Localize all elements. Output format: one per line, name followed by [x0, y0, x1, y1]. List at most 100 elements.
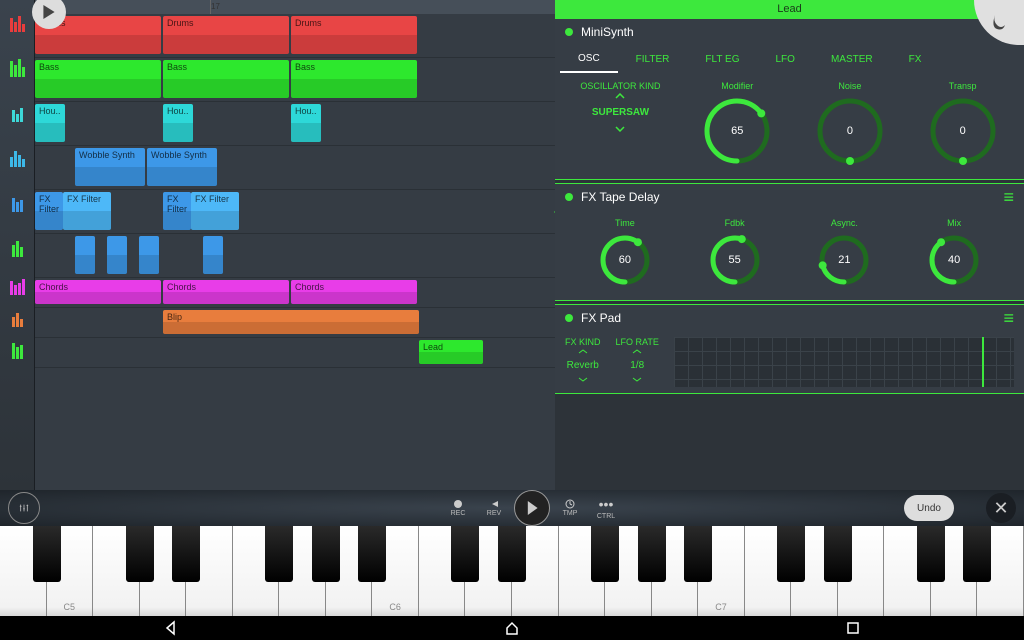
black-key[interactable] [591, 526, 619, 582]
clip[interactable]: Chords [291, 280, 417, 304]
timeline-ruler[interactable]: 17 [35, 0, 555, 14]
tmp-button[interactable]: TMP [554, 492, 586, 524]
track-row[interactable]: ChordsChordsChords [35, 278, 555, 308]
black-key[interactable] [498, 526, 526, 582]
tab-lfo[interactable]: LFO [757, 47, 812, 72]
chevron-down-icon [632, 377, 642, 382]
track-row[interactable]: FX FilterFX FilterFX FilterFX Filter [35, 190, 555, 234]
tab-flt eg[interactable]: FLT EG [687, 47, 757, 72]
close-button[interactable]: ✕ [986, 493, 1016, 523]
panel-active-dot-icon[interactable] [565, 193, 573, 201]
ctrl-button[interactable]: •••CTRL [590, 492, 622, 524]
track-icon-chords[interactable] [0, 270, 35, 302]
mixer-button[interactable] [8, 492, 40, 524]
black-key[interactable] [684, 526, 712, 582]
track-icon-lead[interactable] [0, 334, 35, 366]
rec-button[interactable]: REC [442, 492, 474, 524]
clip[interactable]: Wobble Synth [75, 148, 145, 186]
clip[interactable]: Wobble Synth [147, 148, 217, 186]
black-key[interactable] [172, 526, 200, 582]
track-row[interactable]: DrumsDrumsDrums [35, 14, 555, 58]
track-row[interactable] [35, 234, 555, 278]
track-row[interactable]: BassBassBass [35, 58, 555, 102]
black-key[interactable] [126, 526, 154, 582]
playlist[interactable]: 17 DrumsDrumsDrumsBassBassBassHou..Hou..… [35, 0, 555, 490]
clip[interactable] [107, 236, 127, 274]
track-row[interactable]: Blip [35, 308, 555, 338]
clip[interactable]: Bass [163, 60, 289, 98]
black-key[interactable] [963, 526, 991, 582]
chevron-down-icon[interactable] [615, 126, 625, 132]
clip[interactable]: FX Filter [163, 192, 191, 230]
clip[interactable]: Hou.. [291, 104, 321, 142]
clip[interactable]: Hou.. [35, 104, 65, 142]
black-key[interactable] [451, 526, 479, 582]
knob-fdbk[interactable]: 55 [707, 232, 763, 288]
clip[interactable]: FX Filter [191, 192, 239, 230]
track-row[interactable]: Lead [35, 338, 555, 368]
menu-icon[interactable]: ≡ [1003, 308, 1014, 329]
delay-knobs: Time60Fdbk55Async.21Mix40 [555, 210, 1024, 300]
knob-transp[interactable]: 0 [927, 95, 999, 167]
track-icon-extra[interactable] [0, 225, 35, 270]
clip[interactable]: FX Filter [63, 192, 111, 230]
lfo-rate-selector[interactable]: LFO RATE 1/8 [616, 337, 659, 387]
tab-filter[interactable]: FILTER [618, 47, 688, 72]
tab-osc[interactable]: OSC [560, 46, 618, 73]
black-key[interactable] [638, 526, 666, 582]
black-key[interactable] [312, 526, 340, 582]
panel-active-dot-icon[interactable] [565, 314, 573, 322]
track-icon-fxfilter[interactable] [0, 180, 35, 225]
clip[interactable]: Blip [163, 310, 419, 334]
chevron-up-icon[interactable] [615, 93, 625, 99]
clip[interactable] [75, 236, 95, 274]
knob-mix[interactable]: 40 [926, 232, 982, 288]
piano-keyboard[interactable]: C5C6C7 [0, 526, 1024, 616]
track-icon-bass[interactable] [0, 45, 35, 90]
tab-fx[interactable]: FX [891, 47, 940, 72]
tracks-area[interactable]: DrumsDrumsDrumsBassBassBassHou..Hou..Hou… [35, 14, 555, 490]
track-icon-drums[interactable] [0, 0, 35, 45]
track-row[interactable]: Wobble SynthWobble Synth [35, 146, 555, 190]
knob-time[interactable]: 60 [597, 232, 653, 288]
recent-icon[interactable] [845, 620, 861, 636]
black-key[interactable] [917, 526, 945, 582]
clip[interactable] [203, 236, 223, 274]
knob-async.[interactable]: 21 [816, 232, 872, 288]
clip[interactable]: Bass [35, 60, 161, 98]
undo-button[interactable]: Undo [904, 495, 954, 521]
oscillator-kind-selector[interactable]: OSCILLATOR KIND SUPERSAW [580, 81, 660, 167]
black-key[interactable] [777, 526, 805, 582]
track-icon-blip[interactable] [0, 302, 35, 334]
clip[interactable]: Lead [419, 340, 483, 364]
home-icon[interactable] [504, 620, 520, 636]
clip[interactable]: Chords [35, 280, 161, 304]
position-marker[interactable]: 17 [210, 0, 211, 14]
tab-master[interactable]: MASTER [813, 47, 891, 72]
knob-noise[interactable]: 0 [814, 95, 886, 167]
clip[interactable]: Chords [163, 280, 289, 304]
track-icon-wobble[interactable] [0, 135, 35, 180]
clip[interactable]: FX Filter [35, 192, 63, 230]
channel-header[interactable]: Lead [555, 0, 1024, 18]
menu-icon[interactable]: ≡ [1003, 187, 1014, 208]
clip[interactable]: Drums [163, 16, 289, 54]
clip[interactable]: Hou.. [163, 104, 193, 142]
black-key[interactable] [358, 526, 386, 582]
track-row[interactable]: Hou.. Hou.. Hou.. [35, 102, 555, 146]
black-key[interactable] [824, 526, 852, 582]
panel-active-dot-icon[interactable] [565, 28, 573, 36]
black-key[interactable] [265, 526, 293, 582]
clip[interactable]: Bass [291, 60, 417, 98]
black-key[interactable] [33, 526, 61, 582]
track-icon-house[interactable] [0, 90, 35, 135]
rev-button[interactable]: REV [478, 492, 510, 524]
play-button[interactable] [514, 490, 550, 526]
fx-kind-selector[interactable]: FX KIND Reverb [565, 337, 601, 387]
back-icon[interactable] [163, 620, 179, 636]
clip[interactable]: Drums [291, 16, 417, 54]
knob-modifier[interactable]: 65 [701, 95, 773, 167]
clip[interactable] [139, 236, 159, 274]
knob-label: Fdbk [725, 218, 745, 228]
xy-pad[interactable] [674, 337, 1014, 387]
